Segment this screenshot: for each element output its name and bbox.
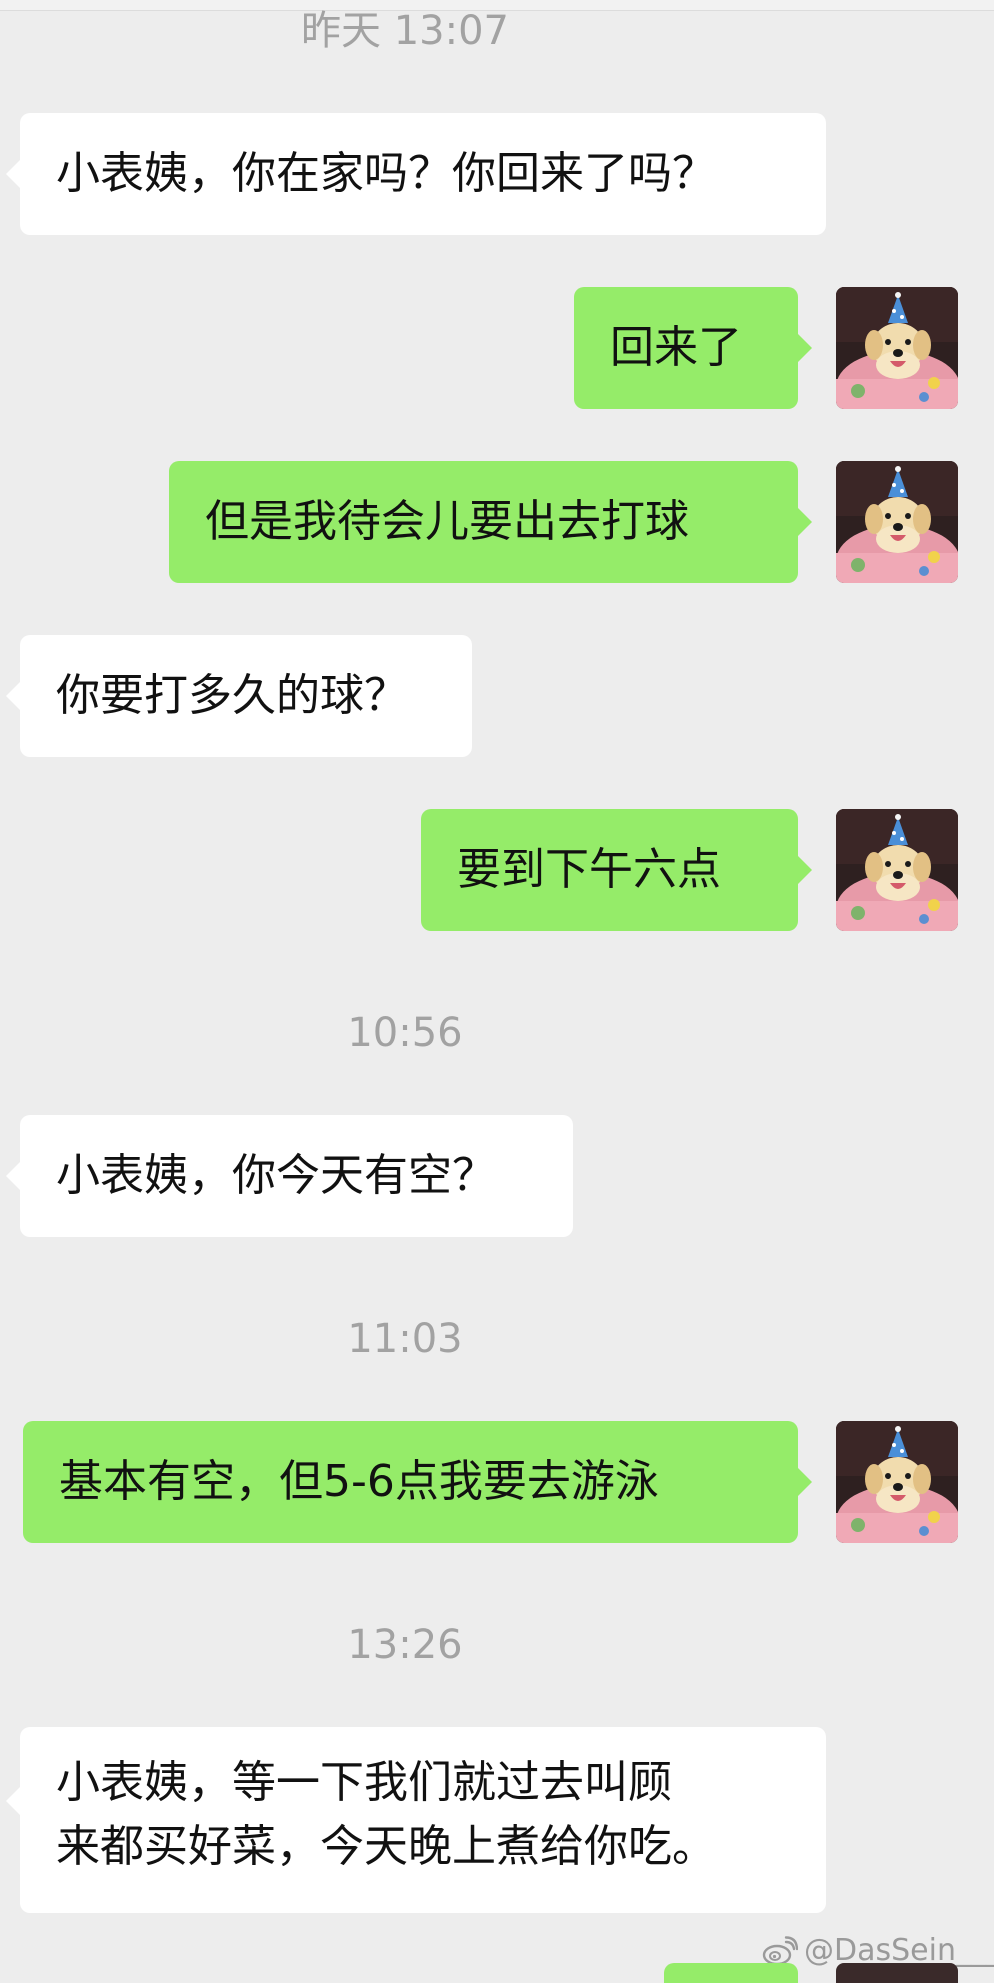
message-bubble-received[interactable]: 你要打多久的球？ — [6, 635, 472, 757]
message-bubble-received[interactable]: 小表姨，你今天有空？ — [6, 1115, 573, 1237]
message-bubble-sent[interactable]: 回来了 — [574, 287, 812, 409]
message-bubble-received[interactable]: 小表姨，等一下我们就过去叫顾 来都买好菜，今天晚上煮给你吃。 — [6, 1727, 826, 1913]
timestamp: 昨天 13:07 — [301, 8, 509, 54]
dog-party-hat-avatar[interactable] — [836, 287, 958, 409]
message-bubble-sent[interactable]: 要到下午六点 — [421, 809, 812, 931]
dog-party-hat-avatar[interactable] — [836, 809, 958, 931]
dog-party-hat-avatar[interactable] — [836, 1963, 958, 1983]
weibo-logo-icon — [762, 1935, 798, 1965]
message-bubble-received[interactable]: 小表姨，你在家吗？你回来了吗？ — [6, 113, 826, 235]
message-bubble-sent[interactable]: 基本有空，但5-6点我要去游泳 — [23, 1421, 812, 1543]
timestamp: 11:03 — [347, 1316, 463, 1362]
message-line: 小表姨，等一下我们就过去叫顾 — [56, 1757, 672, 1808]
dog-party-hat-avatar[interactable] — [836, 1421, 958, 1543]
dog-party-hat-avatar[interactable] — [836, 461, 958, 583]
timestamp: 13:26 — [347, 1622, 463, 1668]
message-bubble-sent[interactable]: 但是我待会儿要出去打球 — [169, 461, 812, 583]
message-line: 来都买好菜，今天晚上煮给你吃。 — [56, 1821, 716, 1872]
message-bubble-sent-partial[interactable] — [664, 1963, 798, 1983]
timestamp: 10:56 — [347, 1010, 463, 1056]
